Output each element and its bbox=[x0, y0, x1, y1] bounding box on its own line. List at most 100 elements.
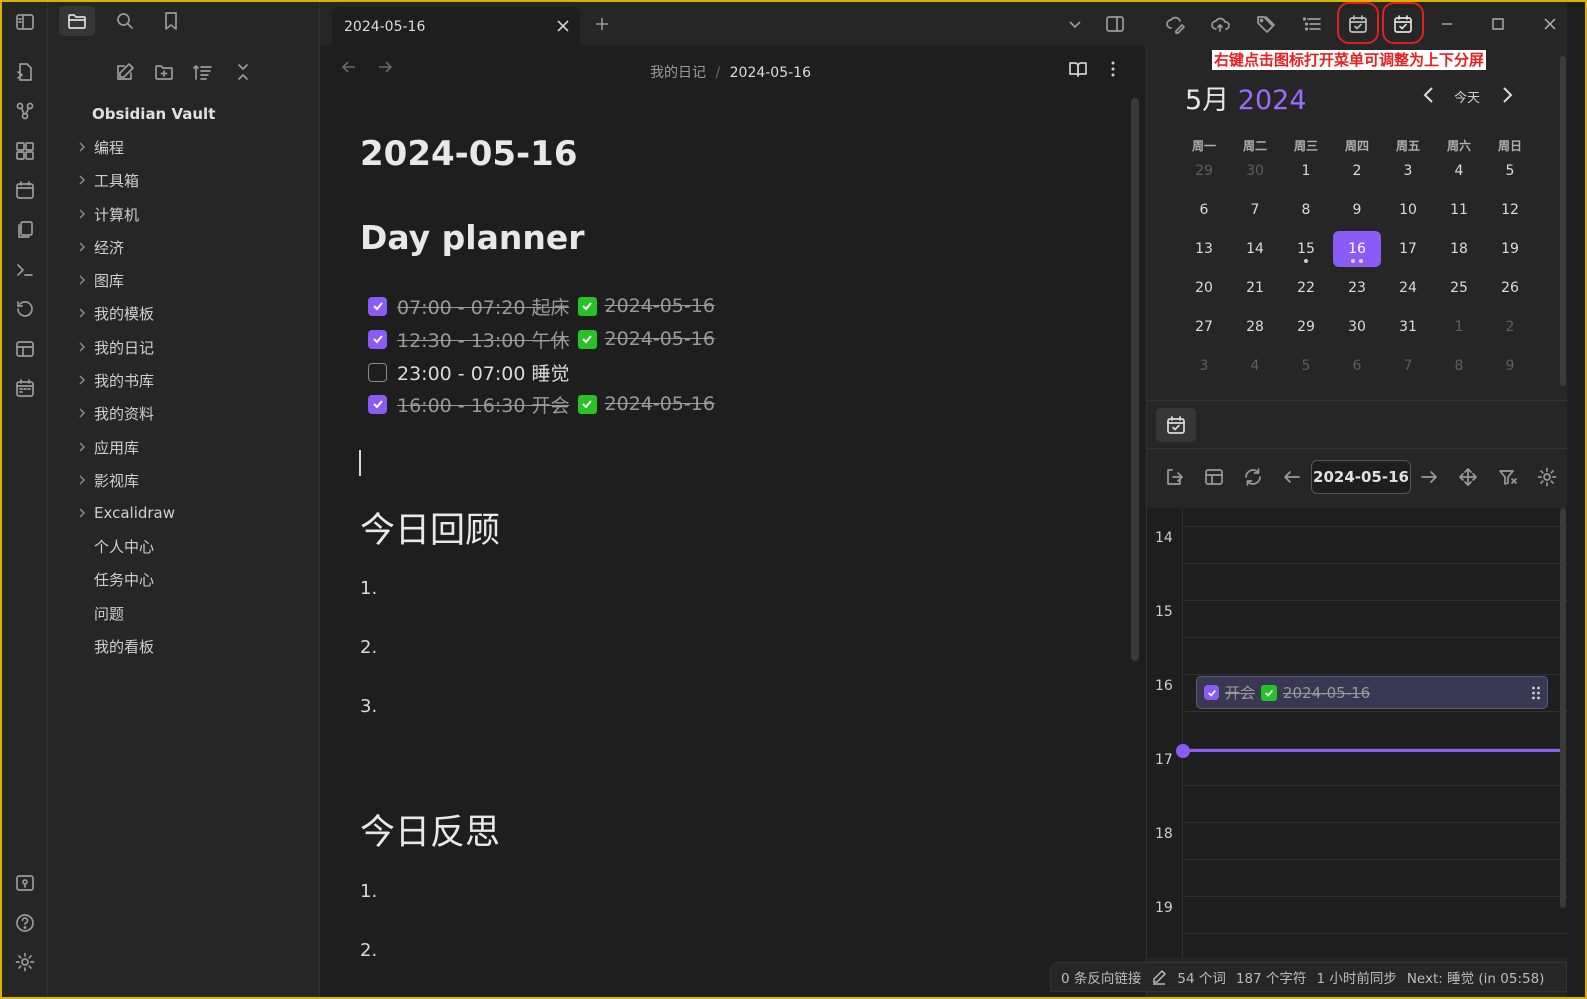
bookmarks-tab-icon[interactable] bbox=[153, 6, 189, 36]
sync-status[interactable]: 1 小时前同步 bbox=[1316, 967, 1396, 987]
checkbox-checked-icon[interactable] bbox=[368, 394, 387, 414]
back-arrow-icon[interactable] bbox=[340, 58, 358, 76]
calendar-day[interactable]: 7 bbox=[1384, 348, 1432, 384]
folder-item[interactable]: 我的书库 bbox=[72, 366, 302, 394]
planner-calendar-icon[interactable] bbox=[11, 374, 39, 402]
timeline-layout-icon[interactable] bbox=[1199, 463, 1229, 491]
move-arrows-icon[interactable] bbox=[1453, 463, 1483, 491]
ordered-list-item[interactable]: 1. bbox=[360, 881, 377, 902]
day-planner-tab-icon[interactable] bbox=[1156, 408, 1196, 442]
minimize-icon[interactable] bbox=[1432, 10, 1462, 38]
planner-settings-gear-icon[interactable] bbox=[1532, 463, 1562, 491]
day-timeline[interactable]: 14 15 16 17 18 19 开会 2024-05-16 bbox=[1147, 508, 1568, 958]
close-icon[interactable] bbox=[556, 19, 570, 33]
history-icon[interactable] bbox=[11, 295, 39, 323]
planner-event-block[interactable]: 开会 2024-05-16 bbox=[1196, 676, 1548, 709]
file-item[interactable]: 个人中心 bbox=[72, 532, 302, 560]
checkbox-checked-icon[interactable] bbox=[1204, 685, 1219, 700]
folder-item[interactable]: 我的模板 bbox=[72, 299, 302, 327]
checkbox-unchecked-icon[interactable] bbox=[368, 362, 387, 382]
heading-review[interactable]: 今日回顾 bbox=[360, 502, 500, 553]
calendar-day[interactable]: 8 bbox=[1435, 348, 1483, 384]
calendar-day[interactable]: 2 bbox=[1333, 153, 1381, 189]
calendar-day[interactable]: 27 bbox=[1180, 309, 1228, 345]
calendar-day[interactable]: 18 bbox=[1435, 231, 1483, 267]
collapse-all-icon[interactable] bbox=[228, 58, 258, 86]
calendar-day[interactable]: 8 bbox=[1282, 192, 1330, 228]
breadcrumb-folder[interactable]: 我的日记 bbox=[650, 65, 706, 81]
new-folder-icon[interactable] bbox=[149, 58, 179, 86]
folder-item[interactable]: 经济 bbox=[72, 233, 302, 261]
calendar-scrollbar[interactable] bbox=[1560, 56, 1566, 386]
open-quick-switcher-icon[interactable] bbox=[11, 58, 39, 86]
tab-list-chevron-down-icon[interactable] bbox=[1060, 10, 1090, 38]
forward-arrow-icon[interactable] bbox=[376, 58, 394, 76]
calendar-day[interactable]: 31 bbox=[1384, 309, 1432, 345]
tab-active[interactable]: 2024-05-16 bbox=[332, 7, 580, 47]
new-note-icon[interactable] bbox=[110, 58, 140, 86]
day-planner-calendar-icon[interactable] bbox=[1388, 10, 1418, 38]
calendar-day[interactable]: 29 bbox=[1180, 153, 1228, 189]
calendar-day[interactable]: 3 bbox=[1384, 153, 1432, 189]
next-day-arrow-right-icon[interactable] bbox=[1414, 463, 1444, 491]
checkbox-checked-icon[interactable] bbox=[368, 329, 387, 349]
calendar-day[interactable]: 4 bbox=[1231, 348, 1279, 384]
layout-icon[interactable] bbox=[11, 335, 39, 363]
file-item[interactable]: 任务中心 bbox=[72, 565, 302, 593]
calendar-day[interactable]: 14 bbox=[1231, 231, 1279, 267]
vault-switcher-icon[interactable] bbox=[11, 869, 39, 897]
calendar-day[interactable]: 11 bbox=[1435, 192, 1483, 228]
outline-list-icon[interactable] bbox=[1297, 10, 1327, 38]
ordered-list-item[interactable]: 1. bbox=[360, 578, 377, 599]
daily-note-calendar-icon[interactable] bbox=[11, 176, 39, 204]
calendar-day[interactable]: 20 bbox=[1180, 270, 1228, 306]
calendar-day[interactable]: 30 bbox=[1231, 153, 1279, 189]
calendar-day[interactable]: 28 bbox=[1231, 309, 1279, 345]
calendar-day[interactable]: 4 bbox=[1435, 153, 1483, 189]
search-tab-icon[interactable] bbox=[107, 6, 143, 36]
calendar-day[interactable]: 9 bbox=[1486, 348, 1534, 384]
prev-month-chevron-left-icon[interactable] bbox=[1421, 86, 1437, 104]
calendar-day[interactable]: 16 bbox=[1333, 231, 1381, 267]
file-item[interactable]: 我的看板 bbox=[72, 632, 302, 660]
tags-icon[interactable] bbox=[1251, 10, 1281, 38]
folder-item[interactable]: 图库 bbox=[72, 266, 302, 294]
file-item[interactable]: 问题 bbox=[72, 599, 302, 627]
folder-item[interactable]: Excalidraw bbox=[72, 499, 302, 527]
editor-scrollbar[interactable] bbox=[1131, 98, 1139, 661]
reading-view-book-icon[interactable] bbox=[1068, 59, 1088, 79]
ordered-list-item[interactable]: 3. bbox=[360, 696, 377, 717]
calendar-day[interactable]: 1 bbox=[1435, 309, 1483, 345]
folder-item[interactable]: 计算机 bbox=[72, 200, 302, 228]
folder-item[interactable]: 影视库 bbox=[72, 466, 302, 494]
calendar-day[interactable]: 29 bbox=[1282, 309, 1330, 345]
graph-view-icon[interactable] bbox=[11, 97, 39, 125]
files-tab-folder-icon[interactable] bbox=[59, 6, 95, 36]
filter-clear-icon[interactable] bbox=[1493, 463, 1523, 491]
calendar-day[interactable]: 6 bbox=[1333, 348, 1381, 384]
ordered-list-item[interactable]: 2. bbox=[360, 637, 377, 658]
calendar-day[interactable]: 7 bbox=[1231, 192, 1279, 228]
calendar-day[interactable]: 6 bbox=[1180, 192, 1228, 228]
calendar-day[interactable]: 1 bbox=[1282, 153, 1330, 189]
folder-item[interactable]: 我的资料 bbox=[72, 399, 302, 427]
breadcrumb-current[interactable]: 2024-05-16 bbox=[730, 65, 811, 81]
calendar-day[interactable]: 21 bbox=[1231, 270, 1279, 306]
calendar-day[interactable]: 30 bbox=[1333, 309, 1381, 345]
calendar-day[interactable]: 12 bbox=[1486, 192, 1534, 228]
calendar-day[interactable]: 10 bbox=[1384, 192, 1432, 228]
window-close-icon[interactable] bbox=[1535, 10, 1565, 38]
note-title[interactable]: 2024-05-16 bbox=[360, 134, 577, 174]
help-icon[interactable] bbox=[11, 909, 39, 937]
calendar-check-icon[interactable] bbox=[1343, 10, 1373, 38]
today-button[interactable]: 今天 bbox=[1454, 87, 1480, 106]
heading-reflection[interactable]: 今日反思 bbox=[360, 804, 500, 855]
export-icon[interactable] bbox=[1159, 463, 1189, 491]
calendar-day[interactable]: 24 bbox=[1384, 270, 1432, 306]
toggle-right-sidebar-icon[interactable] bbox=[1100, 10, 1130, 38]
timeline-scrollbar[interactable] bbox=[1560, 508, 1566, 908]
folder-item[interactable]: 编程 bbox=[72, 133, 302, 161]
canvas-icon[interactable] bbox=[11, 137, 39, 165]
sort-order-icon[interactable] bbox=[188, 58, 218, 86]
planner-date-field[interactable]: 2024-05-16 bbox=[1311, 460, 1411, 494]
